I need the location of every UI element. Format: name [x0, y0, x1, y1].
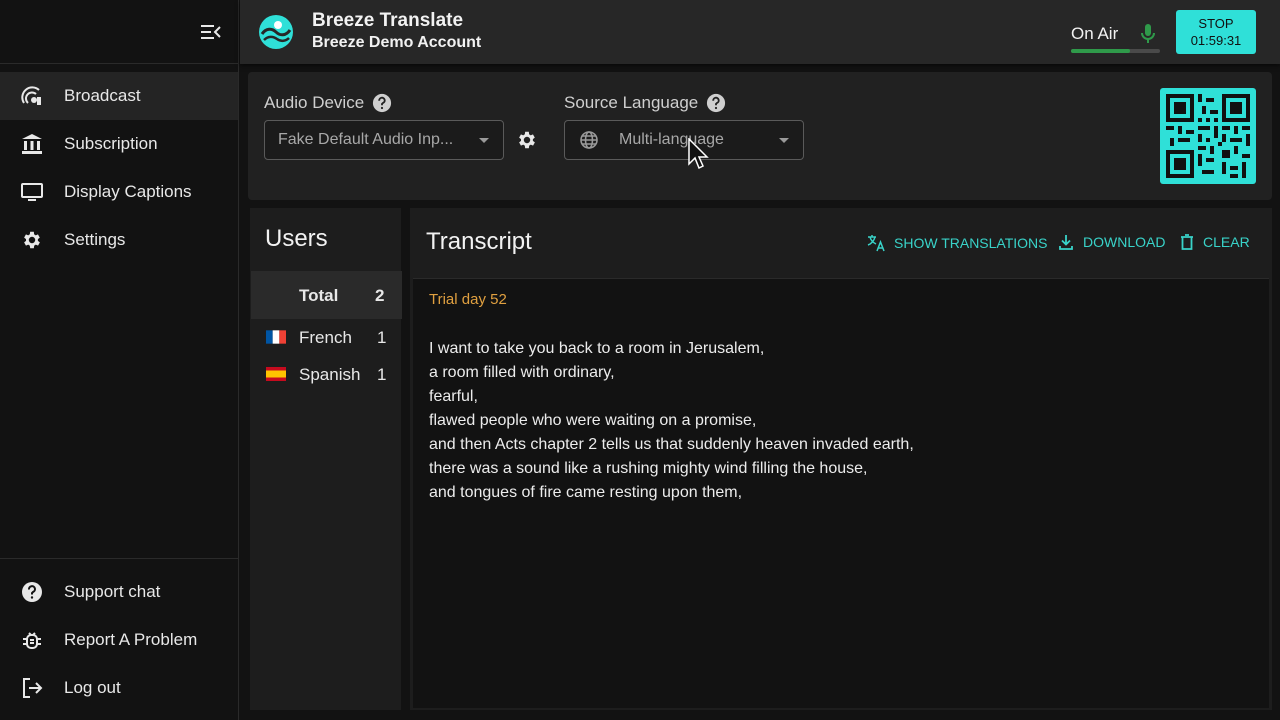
audio-device-label-text: Audio Device — [264, 93, 365, 112]
transcript-line: and then Acts chapter 2 tells us that su… — [429, 436, 914, 453]
show-translations-button[interactable]: SHOW TRANSLATIONS — [866, 233, 1048, 253]
help-icon[interactable] — [372, 93, 392, 113]
audio-level-fill — [1071, 49, 1130, 53]
chevron-down-icon — [479, 138, 489, 143]
on-air-status: On Air — [1071, 24, 1119, 43]
app-title: Breeze Translate — [312, 10, 464, 31]
users-title: Users — [265, 225, 328, 252]
help-icon[interactable] — [706, 93, 726, 113]
sidebar-item-log-out[interactable]: Log out — [0, 664, 238, 712]
download-button[interactable]: DOWNLOAD — [1057, 233, 1165, 251]
user-language-row-french: French 1 — [251, 323, 402, 353]
user-language-row-spanish: Spanish 1 — [251, 360, 402, 390]
trial-notice: Trial day 52 — [429, 291, 507, 308]
show-translations-label: SHOW TRANSLATIONS — [894, 235, 1048, 251]
sidebar-item-settings[interactable]: Settings — [0, 216, 238, 264]
sidebar-item-report-problem[interactable]: Report A Problem — [0, 616, 238, 664]
stop-label: STOP — [1198, 16, 1234, 31]
source-language-select[interactable]: Multi-language — [564, 120, 804, 160]
transcript-lines: I want to take you back to a room in Jer… — [429, 337, 914, 505]
users-panel: Users Total 2 French 1 Spanish 1 — [250, 208, 402, 710]
help-icon — [21, 581, 43, 603]
audio-device-value: Fake Default Audio Inp... — [278, 131, 454, 148]
spain-flag-icon — [266, 367, 286, 381]
clear-label: CLEAR — [1203, 234, 1250, 250]
sidebar-item-label: Report A Problem — [64, 630, 198, 649]
breeze-logo-icon — [258, 14, 294, 50]
transcript-line: I want to take you back to a room in Jer… — [429, 340, 765, 357]
download-label: DOWNLOAD — [1083, 234, 1166, 250]
sidebar-bottom-nav: Support chat Report A Problem Log out — [0, 558, 238, 712]
stop-broadcast-button[interactable]: STOP 01:59:31 — [1176, 10, 1256, 54]
sidebar-item-label: Support chat — [64, 582, 161, 601]
monitor-icon — [21, 181, 43, 203]
users-total-count: 2 — [375, 286, 385, 305]
audio-settings-gear-icon[interactable] — [516, 129, 538, 151]
chevron-down-icon — [779, 138, 789, 143]
gear-icon — [21, 229, 43, 251]
sidebar: Broadcast Subscription Display Captions … — [0, 0, 239, 720]
transcript-line: fearful, — [429, 388, 478, 405]
user-language-label: Spanish — [299, 365, 361, 384]
user-language-label: French — [299, 328, 352, 347]
broadcast-icon — [21, 85, 43, 107]
source-language-label-text: Source Language — [564, 93, 699, 112]
qr-code[interactable] — [1160, 88, 1256, 184]
audio-device-select[interactable]: Fake Default Audio Inp... — [264, 120, 504, 160]
logout-icon — [21, 677, 43, 699]
source-language-value: Multi-language — [619, 131, 724, 148]
source-language-label: Source Language — [564, 93, 726, 113]
sidebar-item-support-chat[interactable]: Support chat — [0, 568, 238, 616]
bank-icon — [21, 133, 43, 155]
bug-icon — [21, 629, 43, 651]
globe-icon — [579, 130, 599, 150]
transcript-panel: Transcript SHOW TRANSLATIONS DOWNLOAD CL… — [410, 208, 1272, 710]
sidebar-item-label: Display Captions — [64, 182, 192, 201]
transcript-line: there was a sound like a rushing mighty … — [429, 460, 868, 477]
transcript-content: Trial day 52 I want to take you back to … — [413, 278, 1269, 708]
users-total-row: Total 2 — [251, 271, 402, 319]
user-language-count: 1 — [377, 365, 387, 384]
app-header: Breeze Translate Breeze Demo Account On … — [240, 0, 1280, 64]
collapse-menu-icon[interactable] — [200, 22, 222, 42]
user-language-count: 1 — [377, 328, 387, 347]
translate-icon — [867, 235, 885, 252]
transcript-title: Transcript — [426, 228, 532, 255]
transcript-line: a room filled with ordinary, — [429, 364, 615, 381]
trash-icon — [1181, 234, 1193, 250]
microphone-icon — [1139, 23, 1157, 45]
sidebar-item-broadcast[interactable]: Broadcast — [0, 72, 238, 120]
clear-button[interactable]: CLEAR — [1179, 233, 1250, 251]
audio-device-label: Audio Device — [264, 93, 392, 113]
sidebar-item-label: Broadcast — [64, 86, 141, 105]
sidebar-item-display-captions[interactable]: Display Captions — [0, 168, 238, 216]
broadcast-timer: 01:59:31 — [1190, 33, 1242, 48]
account-name: Breeze Demo Account — [312, 34, 482, 51]
audio-level-meter — [1071, 49, 1160, 53]
sidebar-item-subscription[interactable]: Subscription — [0, 120, 238, 168]
france-flag-icon — [266, 330, 286, 344]
transcript-line: flawed people who were waiting on a prom… — [429, 412, 757, 429]
users-total-label: Total — [299, 286, 339, 305]
sidebar-main-nav: Broadcast Subscription Display Captions … — [0, 64, 238, 264]
broadcast-controls-panel: Audio Device Fake Default Audio Inp... S… — [248, 72, 1272, 200]
sidebar-item-label: Log out — [64, 678, 121, 697]
sidebar-item-label: Settings — [64, 230, 126, 249]
transcript-line: and tongues of fire came resting upon th… — [429, 484, 743, 501]
sidebar-header — [0, 0, 238, 64]
download-icon — [1059, 235, 1073, 250]
sidebar-item-label: Subscription — [64, 134, 158, 153]
